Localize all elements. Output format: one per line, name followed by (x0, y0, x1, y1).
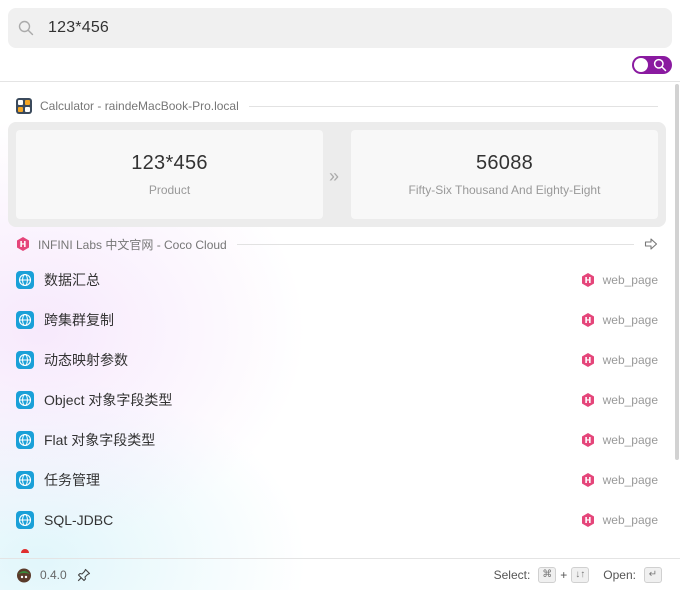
result-title: Object 对象字段类型 (44, 392, 173, 408)
globe-icon (16, 271, 34, 289)
result-item[interactable]: 数据汇总 Hweb_page (16, 267, 658, 293)
svg-text:H: H (584, 516, 591, 525)
result-title: Flat 对象字段类型 (44, 432, 156, 448)
infini-logo-icon: H (581, 313, 595, 327)
svg-text:H: H (584, 316, 591, 325)
web-section-header: H INFINI Labs 中文官网 - Coco Cloud (16, 235, 658, 253)
result-title: 跨集群复制 (44, 312, 114, 328)
pin-icon[interactable] (77, 568, 91, 582)
select-hint-label: Select: (493, 567, 531, 582)
calc-expression-label: Product (148, 183, 191, 197)
divider (0, 81, 680, 82)
svg-text:H: H (584, 436, 591, 445)
result-type: web_page (602, 393, 658, 407)
toggle-knob (634, 58, 648, 72)
keyboard-hints: Select: ⌘ + ↓↑ Open: ↵ (493, 566, 664, 583)
svg-text:H: H (584, 396, 591, 405)
result-item[interactable]: 动态映射参数 Hweb_page (16, 347, 658, 373)
infini-logo-icon: H (581, 433, 595, 447)
globe-icon (16, 391, 34, 409)
calc-result-words: Fifty-Six Thousand And Eighty-Eight (408, 183, 601, 197)
infini-logo-icon: H (581, 273, 595, 287)
calc-result: 56088 (475, 152, 534, 174)
search-mode-toggle[interactable] (632, 56, 672, 74)
result-item[interactable]: SQL-JDBC Hweb_page (16, 507, 658, 533)
result-type: web_page (602, 473, 658, 487)
section-divider (248, 105, 658, 107)
search-bar[interactable]: 123*456 (8, 8, 672, 48)
calculator-icon (16, 98, 32, 114)
calculator-section-header: Calculator - raindeMacBook-Pro.local (16, 97, 658, 115)
result-title: 数据汇总 (44, 272, 100, 288)
search-icon (18, 20, 34, 36)
enter-key: ↵ (644, 566, 662, 583)
globe-icon (16, 311, 34, 329)
double-chevron-right-icon: » (329, 166, 340, 186)
command-key: ⌘ (538, 566, 557, 583)
result-type: web_page (602, 353, 658, 367)
result-item[interactable]: Object 对象字段类型 Hweb_page (16, 387, 658, 413)
svg-text:H: H (584, 476, 591, 485)
globe-icon (16, 511, 34, 529)
globe-icon (16, 471, 34, 489)
plus-sign: + (560, 567, 568, 582)
version-label: 0.4.0 (40, 567, 67, 582)
result-type: web_page (602, 433, 658, 447)
section-divider (236, 243, 634, 245)
scrollbar[interactable] (675, 84, 679, 460)
svg-text:H: H (584, 276, 591, 285)
result-type: web_page (602, 313, 658, 327)
result-title: 任务管理 (44, 472, 100, 488)
search-icon (653, 58, 667, 72)
infini-logo-icon: H (581, 393, 595, 407)
result-item[interactable]: Flat 对象字段类型 Hweb_page (16, 427, 658, 453)
result-type: web_page (602, 513, 658, 527)
globe-icon (16, 431, 34, 449)
open-source-icon[interactable] (644, 237, 658, 251)
result-type: web_page (602, 273, 658, 287)
section-label: Calculator - raindeMacBook-Pro.local (40, 99, 239, 113)
infini-logo-icon: H (581, 473, 595, 487)
infini-logo-icon: H (16, 237, 30, 251)
svg-text:H: H (584, 356, 591, 365)
calc-expression: 123*456 (131, 152, 208, 174)
result-item[interactable]: 任务管理 Hweb_page (16, 467, 658, 493)
app-window: 123*456 Calculator - raindeMacBook-Pro.l… (0, 0, 680, 590)
coco-logo-icon[interactable] (16, 567, 32, 583)
svg-text:H: H (20, 240, 27, 249)
section-label: INFINI Labs 中文官网 - Coco Cloud (38, 237, 227, 252)
globe-icon (16, 351, 34, 369)
infini-logo-icon: H (581, 353, 595, 367)
calc-expression-card: 123*456 Product (16, 130, 323, 219)
search-input[interactable]: 123*456 (48, 19, 109, 37)
calculator-result[interactable]: 123*456 Product » 56088 Fifty-Six Thousa… (8, 122, 666, 227)
result-item[interactable]: 跨集群复制 Hweb_page (16, 307, 658, 333)
calc-result-card: 56088 Fifty-Six Thousand And Eighty-Eigh… (351, 130, 658, 219)
open-hint-label: Open: (603, 567, 636, 582)
arrow-keys: ↓↑ (571, 566, 590, 583)
footer: 0.4.0 Select: ⌘ + ↓↑ Open: ↵ (0, 558, 680, 590)
partial-item-icon (21, 549, 29, 553)
result-title: 动态映射参数 (44, 352, 128, 368)
result-title: SQL-JDBC (44, 512, 114, 528)
infini-logo-icon: H (581, 513, 595, 527)
